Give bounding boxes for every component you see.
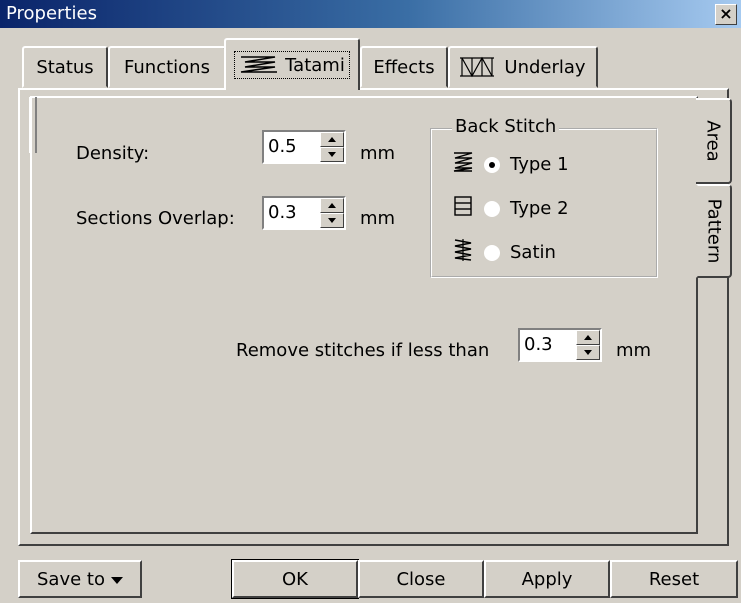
- side-tab-pattern[interactable]: Pattern: [696, 184, 732, 278]
- close-window-button[interactable]: ×: [715, 4, 737, 25]
- side-tab-area[interactable]: Area: [696, 98, 732, 184]
- window-title: Properties: [6, 3, 97, 24]
- dropdown-arrow-icon: [110, 569, 123, 590]
- tab-functions[interactable]: Functions: [108, 46, 226, 88]
- tab-status[interactable]: Status: [22, 46, 108, 88]
- apply-button[interactable]: Apply: [484, 560, 610, 598]
- underlay-stitch-icon: [460, 56, 496, 78]
- ok-button[interactable]: OK: [231, 559, 359, 599]
- tab-effects[interactable]: Effects: [360, 46, 448, 88]
- tatami-stitch-icon: [239, 54, 279, 76]
- save-to-button[interactable]: Save to: [18, 560, 142, 598]
- close-button[interactable]: Close: [358, 560, 484, 598]
- tab-underlay[interactable]: Underlay: [448, 46, 598, 88]
- tab-panel: [18, 88, 729, 546]
- tab-tatami-focus: Tatami: [234, 51, 350, 79]
- tab-tatami[interactable]: Tatami: [224, 38, 360, 90]
- title-bar: Properties ×: [0, 0, 741, 28]
- reset-button[interactable]: Reset: [610, 560, 738, 598]
